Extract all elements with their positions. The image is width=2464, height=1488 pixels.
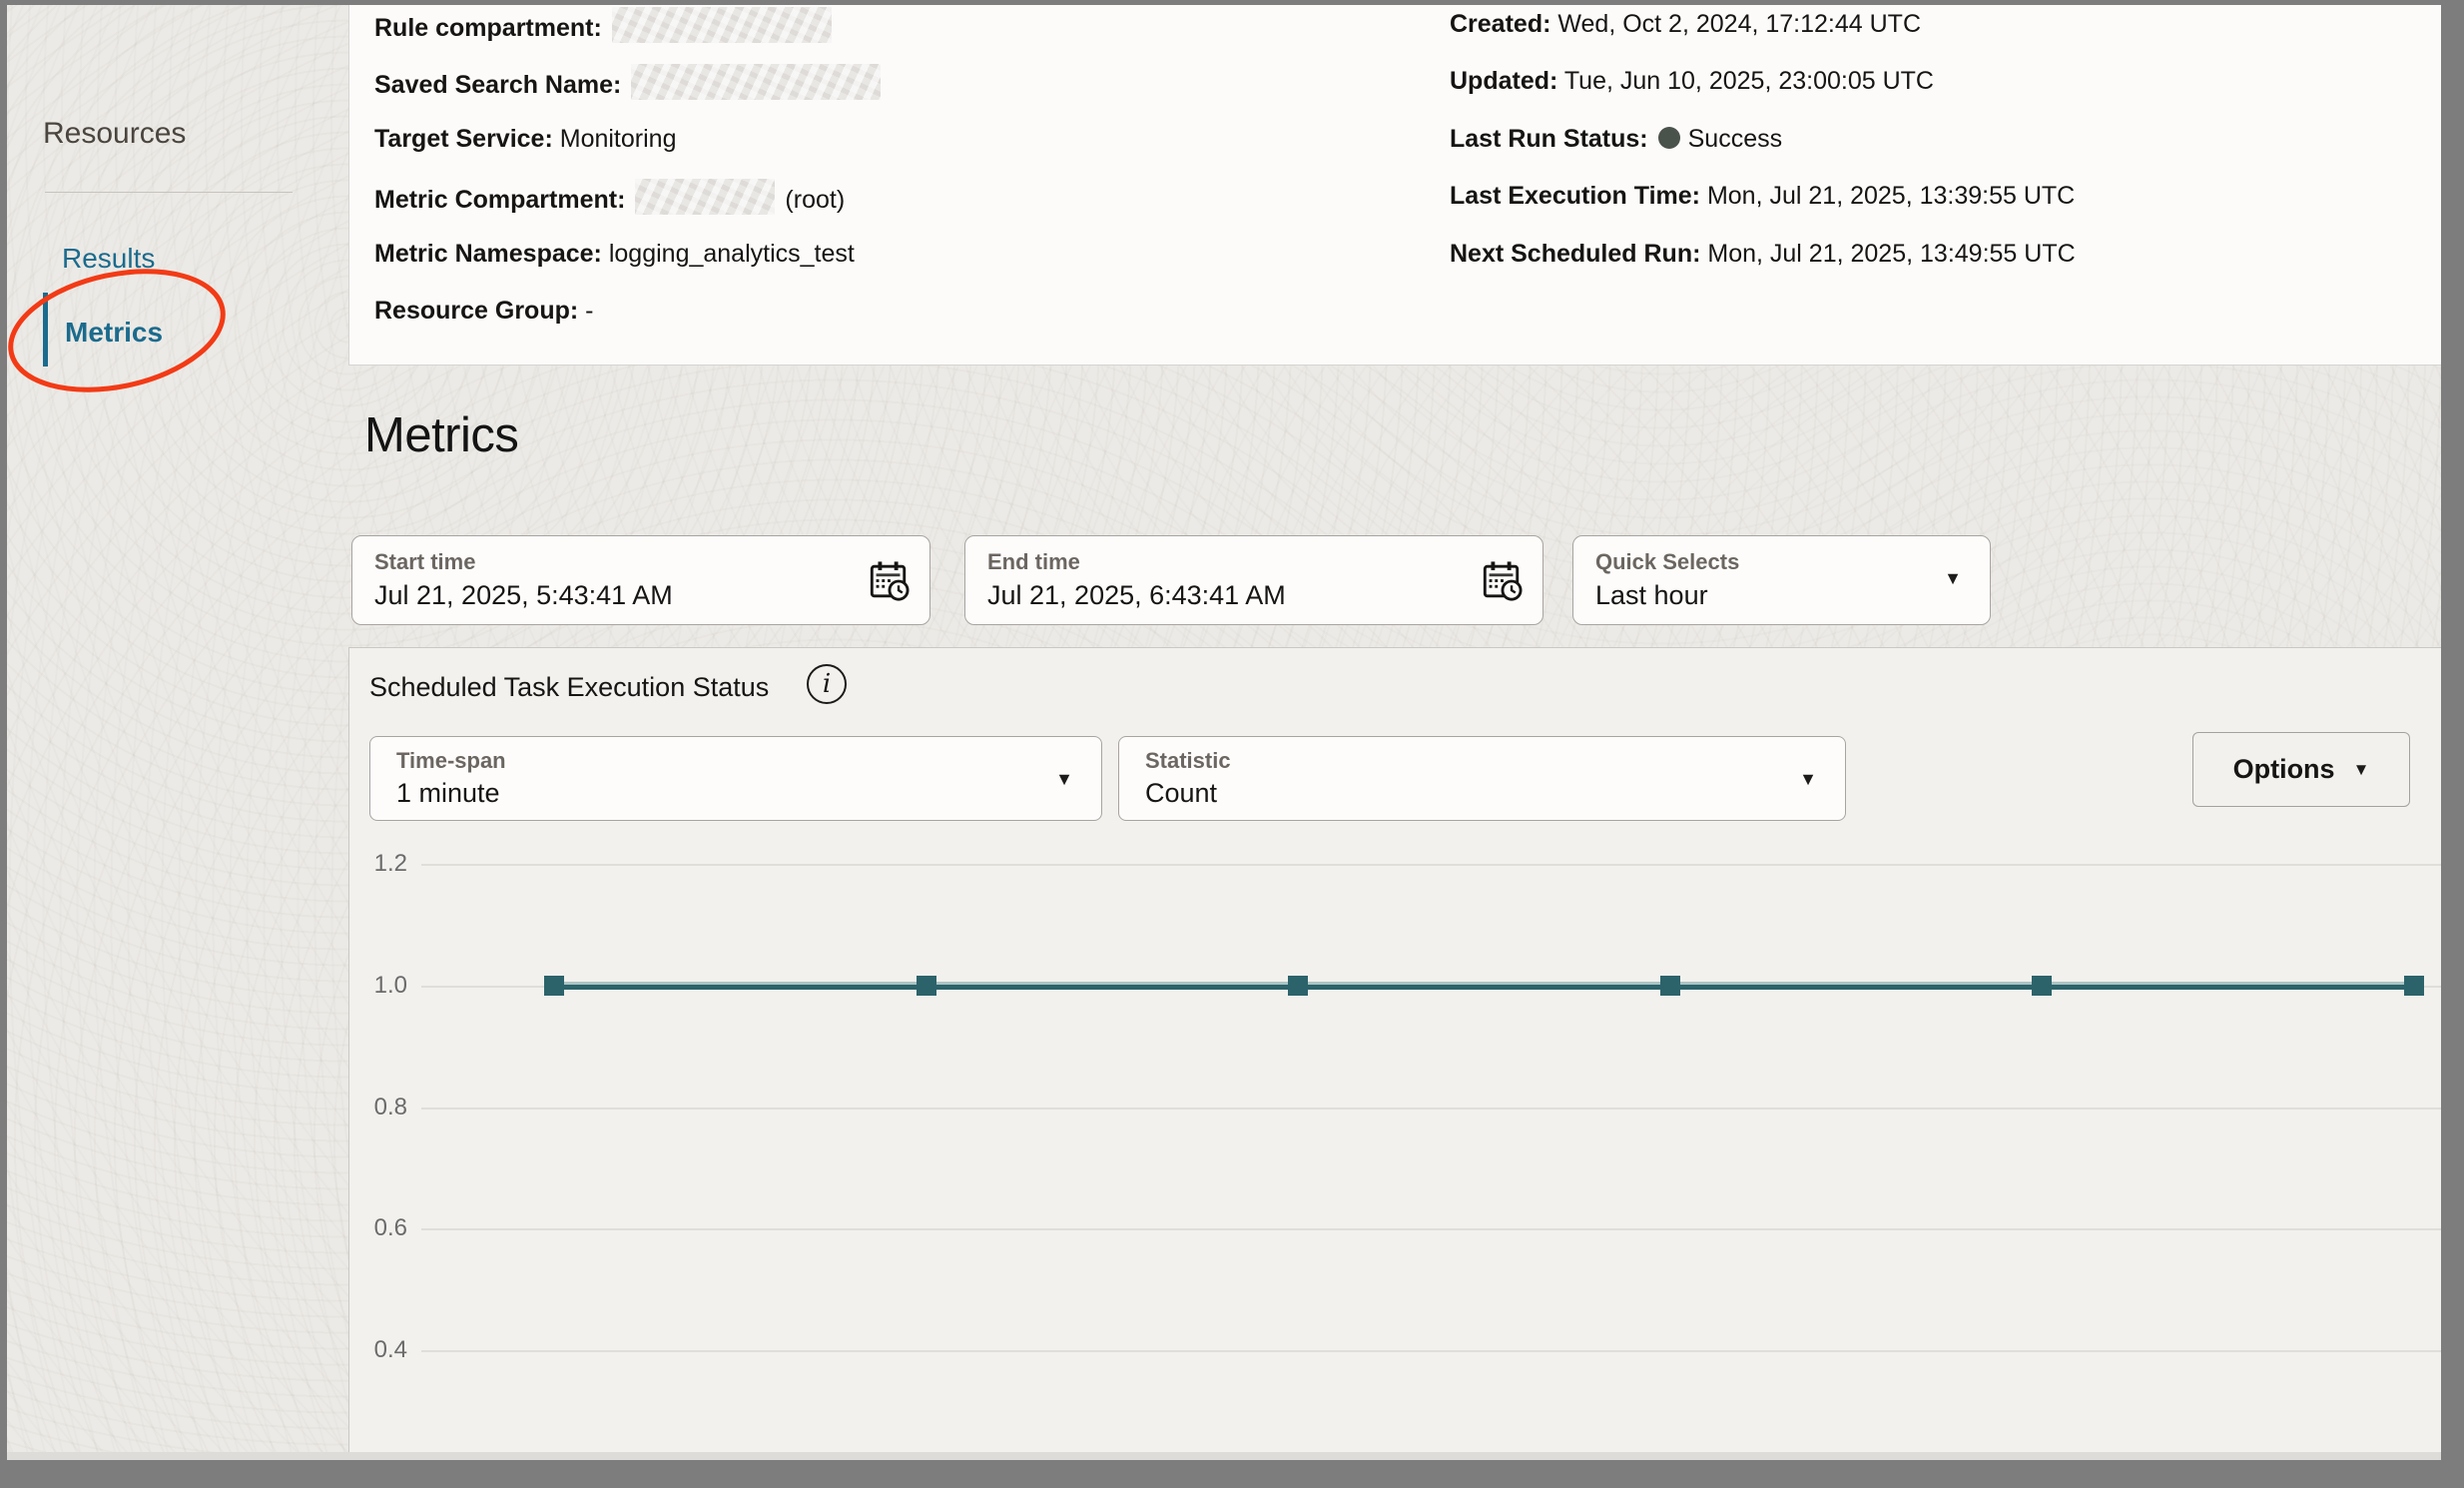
sidebar-item-metrics[interactable]: Metrics [65, 317, 163, 349]
quick-selects-value: Last hour [1595, 580, 1708, 611]
detail-value: Monitoring [560, 125, 677, 153]
chevron-down-icon: ▼ [1944, 568, 1962, 589]
detail-value: logging_analytics_test [609, 240, 855, 268]
data-point-marker[interactable] [544, 976, 564, 996]
detail-last-execution-time: Last Execution Time: Mon, Jul 21, 2025, … [1450, 179, 2075, 213]
detail-metric-namespace: Metric Namespace: logging_analytics_test [374, 237, 855, 271]
chart-gridline [421, 1350, 2441, 1352]
detail-value: Tue, Jun 10, 2025, 23:00:05 UTC [1564, 67, 1934, 95]
detail-saved-search-name: Saved Search Name: [374, 64, 891, 102]
detail-label: Saved Search Name: [374, 71, 621, 99]
data-point-marker[interactable] [1660, 976, 1680, 996]
chart-gridline [421, 864, 2441, 866]
page-title: Metrics [364, 407, 518, 463]
detail-label: Rule compartment: [374, 14, 602, 42]
start-time-value: Jul 21, 2025, 5:43:41 AM [374, 580, 673, 611]
quick-selects-label: Quick Selects [1595, 549, 1739, 575]
detail-label: Target Service: [374, 125, 553, 153]
detail-label: Created: [1450, 10, 1550, 38]
chart-gridline [421, 1228, 2441, 1230]
end-time-field[interactable]: End time Jul 21, 2025, 6:43:41 AM [964, 535, 1543, 625]
detail-last-run-status: Last Run Status: Success [1450, 122, 1782, 156]
success-status-dot-icon [1658, 127, 1680, 149]
data-point-marker[interactable] [917, 976, 936, 996]
detail-rule-compartment: Rule compartment: [374, 7, 842, 45]
active-item-indicator [43, 293, 48, 367]
end-time-label: End time [987, 549, 1080, 575]
redacted-value [631, 64, 881, 100]
data-point-marker[interactable] [2404, 976, 2424, 996]
detail-value: Success [1688, 125, 1782, 153]
y-axis-tick-label: 0.8 [349, 1094, 407, 1121]
sidebar-item-results[interactable]: Results [62, 243, 155, 275]
redacted-value [635, 179, 775, 215]
detail-label: Resource Group: [374, 297, 578, 325]
detail-value: Mon, Jul 21, 2025, 13:39:55 UTC [1707, 182, 2075, 210]
calendar-clock-icon[interactable] [868, 560, 910, 602]
detail-value: Mon, Jul 21, 2025, 13:49:55 UTC [1707, 240, 2075, 268]
start-time-field[interactable]: Start time Jul 21, 2025, 5:43:41 AM [351, 535, 930, 625]
metric-chart-card: Scheduled Task Execution Status i Time-s… [348, 647, 2441, 1460]
data-point-marker[interactable] [1288, 976, 1308, 996]
start-time-label: Start time [374, 549, 475, 575]
chart-gridline [421, 1108, 2441, 1110]
detail-value: Wed, Oct 2, 2024, 17:12:44 UTC [1557, 10, 1921, 38]
detail-next-scheduled-run: Next Scheduled Run: Mon, Jul 21, 2025, 1… [1450, 237, 2076, 271]
detail-created: Created: Wed, Oct 2, 2024, 17:12:44 UTC [1450, 7, 1921, 41]
window-frame: Resources Results Metrics Rule compartme… [0, 0, 2464, 1488]
detail-label: Last Run Status: [1450, 125, 1648, 153]
end-time-value: Jul 21, 2025, 6:43:41 AM [987, 580, 1286, 611]
detail-target-service: Target Service: Monitoring [374, 122, 676, 156]
detail-label: Updated: [1450, 67, 1557, 95]
detail-metric-compartment: Metric Compartment: (root) [374, 179, 845, 217]
line-chart: 1.2 1.0 0.8 0.6 0.4 [349, 648, 2441, 1460]
quick-selects-dropdown[interactable]: Quick Selects Last hour ▼ [1572, 535, 1991, 625]
detail-label: Next Scheduled Run: [1450, 240, 1700, 268]
y-axis-tick-label: 1.2 [349, 850, 407, 878]
data-point-marker[interactable] [2032, 976, 2052, 996]
task-details-panel: Rule compartment: Saved Search Name: Tar… [348, 5, 2441, 366]
detail-resource-group: Resource Group: - [374, 294, 593, 328]
detail-label: Last Execution Time: [1450, 182, 1700, 210]
detail-label: Metric Compartment: [374, 186, 625, 214]
page-content: Resources Results Metrics Rule compartme… [7, 5, 2441, 1460]
sidebar-divider [45, 192, 293, 193]
detail-value: - [585, 297, 593, 325]
resources-header: Resources [43, 117, 186, 151]
calendar-clock-icon[interactable] [1481, 560, 1523, 602]
detail-updated: Updated: Tue, Jun 10, 2025, 23:00:05 UTC [1450, 64, 1934, 98]
detail-value: (root) [785, 186, 845, 214]
series-line-count [554, 982, 2414, 990]
y-axis-tick-label: 1.0 [349, 972, 407, 1000]
detail-label: Metric Namespace: [374, 240, 602, 268]
redacted-value [612, 7, 832, 43]
bottom-scroll-track [7, 1452, 2441, 1460]
y-axis-tick-label: 0.6 [349, 1214, 407, 1242]
y-axis-tick-label: 0.4 [349, 1336, 407, 1364]
